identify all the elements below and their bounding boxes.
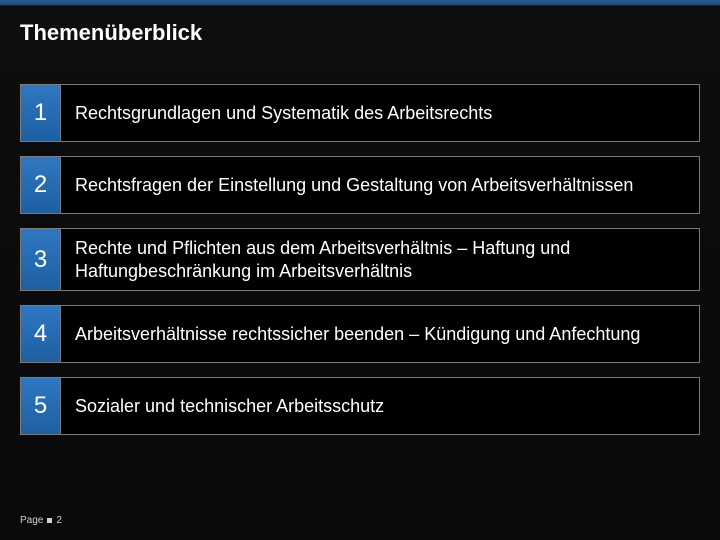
topic-text: Rechte und Pflichten aus dem Arbeitsverh… (60, 228, 700, 291)
footer-page-label: Page (20, 515, 43, 526)
topic-number: 5 (20, 377, 60, 435)
topic-row: 4 Arbeitsverhältnisse rechtssicher beend… (20, 305, 700, 363)
topic-row: 2 Rechtsfragen der Einstellung und Gesta… (20, 156, 700, 214)
topic-number: 4 (20, 305, 60, 363)
topic-row: 5 Sozialer und technischer Arbeitsschutz (20, 377, 700, 435)
footer-page-number: 2 (56, 515, 62, 526)
bullet-icon (47, 518, 52, 523)
topic-number: 3 (20, 228, 60, 291)
topic-row: 3 Rechte und Pflichten aus dem Arbeitsve… (20, 228, 700, 291)
topic-number: 1 (20, 84, 60, 142)
topic-text: Sozialer und technischer Arbeitsschutz (60, 377, 700, 435)
title-area: Themenüberblick (0, 6, 720, 66)
topic-list: 1 Rechtsgrundlagen und Systematik des Ar… (0, 66, 720, 435)
topic-number: 2 (20, 156, 60, 214)
topic-text: Rechtsfragen der Einstellung und Gestalt… (60, 156, 700, 214)
topic-text: Arbeitsverhältnisse rechtssicher beenden… (60, 305, 700, 363)
topic-text: Rechtsgrundlagen und Systematik des Arbe… (60, 84, 700, 142)
page-title: Themenüberblick (20, 20, 700, 46)
topic-row: 1 Rechtsgrundlagen und Systematik des Ar… (20, 84, 700, 142)
page-footer: Page 2 (20, 515, 62, 526)
